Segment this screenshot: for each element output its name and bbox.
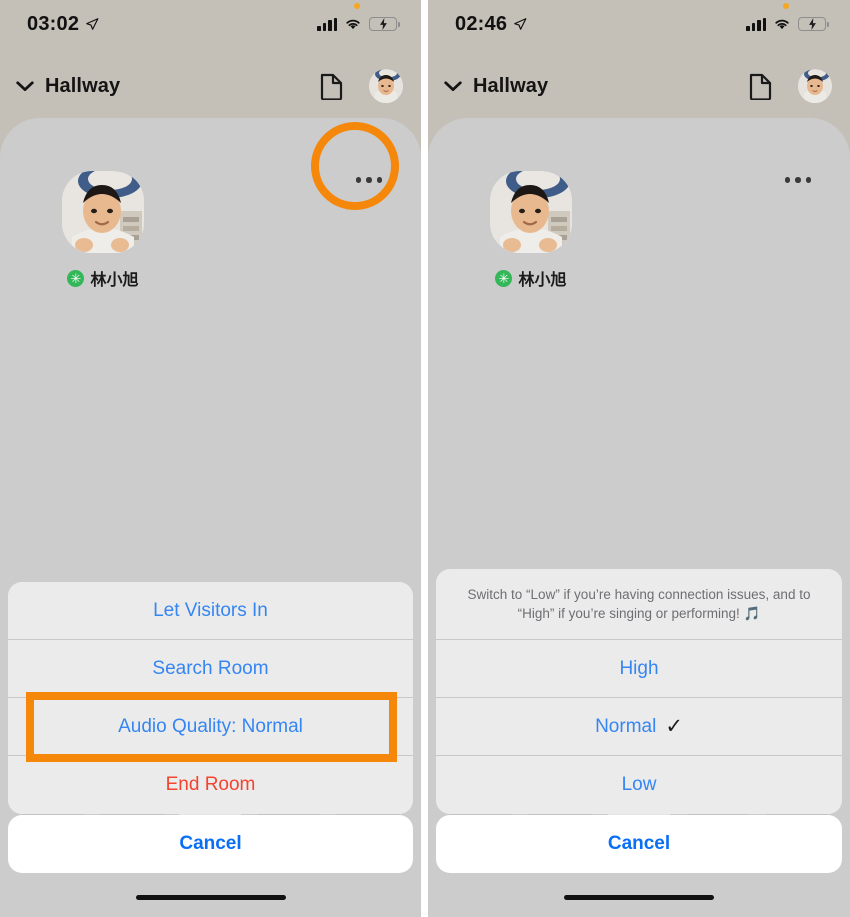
action-sheet-row-2[interactable]: Audio Quality: Normal	[8, 698, 413, 756]
action-sheet-row-0[interactable]: High	[436, 640, 842, 698]
speaker-name: 林小旭	[90, 270, 139, 289]
ellipsis-icon[interactable]	[776, 158, 820, 202]
room-title: Hallway	[45, 74, 121, 97]
avatar[interactable]	[798, 69, 832, 103]
speaker-avatar[interactable]	[62, 171, 144, 253]
chevron-down-icon[interactable]	[14, 75, 36, 97]
room-title-group[interactable]: Hallway	[14, 75, 320, 98]
status-time: 03:02	[27, 13, 80, 35]
speaker-avatar-photo	[490, 171, 572, 253]
home-indicator	[564, 894, 714, 900]
location-arrow-icon	[514, 18, 527, 30]
recording-dot-icon	[783, 3, 789, 9]
room-title-group[interactable]: Hallway	[442, 75, 749, 98]
nav-actions	[749, 69, 832, 103]
cancel-button[interactable]: Cancel	[8, 815, 413, 873]
document-icon[interactable]	[320, 73, 343, 100]
speaker-name: 林小旭	[518, 270, 567, 289]
nav-bar: Hallway	[428, 58, 850, 114]
action-sheet-row-1[interactable]: Normal ✓	[436, 698, 842, 756]
speaker-name-row: ✳ 林小旭	[67, 266, 139, 290]
cancel-button[interactable]: Cancel	[436, 815, 842, 873]
action-sheet: Switch to “Low” if you’re having connect…	[436, 568, 842, 814]
screenshot-comparison: 03:02 Hallway ✳ 林小旭 Let Visitors In Sear…	[0, 0, 850, 917]
party-badge-icon: ✳	[67, 269, 85, 287]
action-sheet-row-label: Let Visitors In	[153, 599, 268, 621]
avatar[interactable]	[369, 69, 403, 103]
battery-charging-icon	[369, 17, 400, 31]
avatar-photo	[369, 69, 403, 103]
room-title: Hallway	[473, 74, 549, 97]
action-sheet-row-label: Normal	[595, 715, 657, 737]
phone-screenshot-right: 02:46 Hallway ✳ 林小旭 Switch to “Low” if y…	[428, 0, 850, 917]
panel-divider	[421, 0, 428, 917]
action-sheet-row-0[interactable]: Let Visitors In	[8, 582, 413, 640]
nav-bar: Hallway	[0, 58, 421, 114]
wifi-icon	[775, 19, 789, 30]
party-badge-icon: ✳	[495, 269, 513, 287]
action-sheet: Let Visitors In Search Room Audio Qualit…	[8, 582, 413, 814]
action-sheet-row-3[interactable]: End Room	[8, 756, 413, 814]
speaker-tile[interactable]: ✳ 林小旭	[471, 171, 591, 290]
action-sheet-row-label: Low	[621, 774, 657, 795]
status-bar: 03:02	[0, 0, 421, 46]
home-indicator	[135, 894, 286, 900]
cellular-signal-icon	[746, 17, 766, 31]
cellular-signal-icon	[317, 17, 337, 31]
document-icon[interactable]	[749, 73, 772, 100]
nav-actions	[320, 69, 403, 103]
location-arrow-icon	[86, 18, 99, 30]
action-sheet-row-label: End Room	[165, 774, 256, 795]
action-sheet-row-label: Search Room	[152, 657, 269, 679]
speaker-name-row: ✳ 林小旭	[495, 266, 567, 290]
lightning-bolt-icon	[809, 18, 816, 31]
status-time: 02:46	[455, 13, 508, 35]
check-icon: ✓	[665, 715, 683, 738]
status-bar-right	[746, 3, 829, 31]
action-sheet-row-label: Audio Quality: Normal	[118, 715, 303, 737]
speaker-tile[interactable]: ✳ 林小旭	[43, 171, 163, 290]
lightning-bolt-icon	[380, 18, 387, 31]
wifi-icon	[346, 19, 360, 30]
status-bar-right	[317, 3, 400, 31]
action-sheet-row-2[interactable]: Low	[436, 756, 842, 814]
status-bar-left: 02:46	[455, 12, 527, 34]
speaker-avatar[interactable]	[490, 171, 572, 253]
avatar-photo	[798, 69, 832, 103]
ellipsis-icon[interactable]	[347, 158, 391, 202]
status-bar: 02:46	[428, 0, 850, 46]
action-sheet-header: Switch to “Low” if you’re having connect…	[436, 569, 842, 640]
action-sheet-row-label: High	[619, 657, 659, 679]
recording-dot-icon	[354, 3, 360, 9]
phone-screenshot-left: 03:02 Hallway ✳ 林小旭 Let Visitors In Sear…	[0, 0, 421, 917]
chevron-down-icon[interactable]	[442, 75, 464, 97]
action-sheet-row-1[interactable]: Search Room	[8, 640, 413, 698]
speaker-avatar-photo	[62, 171, 144, 253]
battery-charging-icon	[798, 17, 829, 31]
status-bar-left: 03:02	[27, 12, 99, 34]
